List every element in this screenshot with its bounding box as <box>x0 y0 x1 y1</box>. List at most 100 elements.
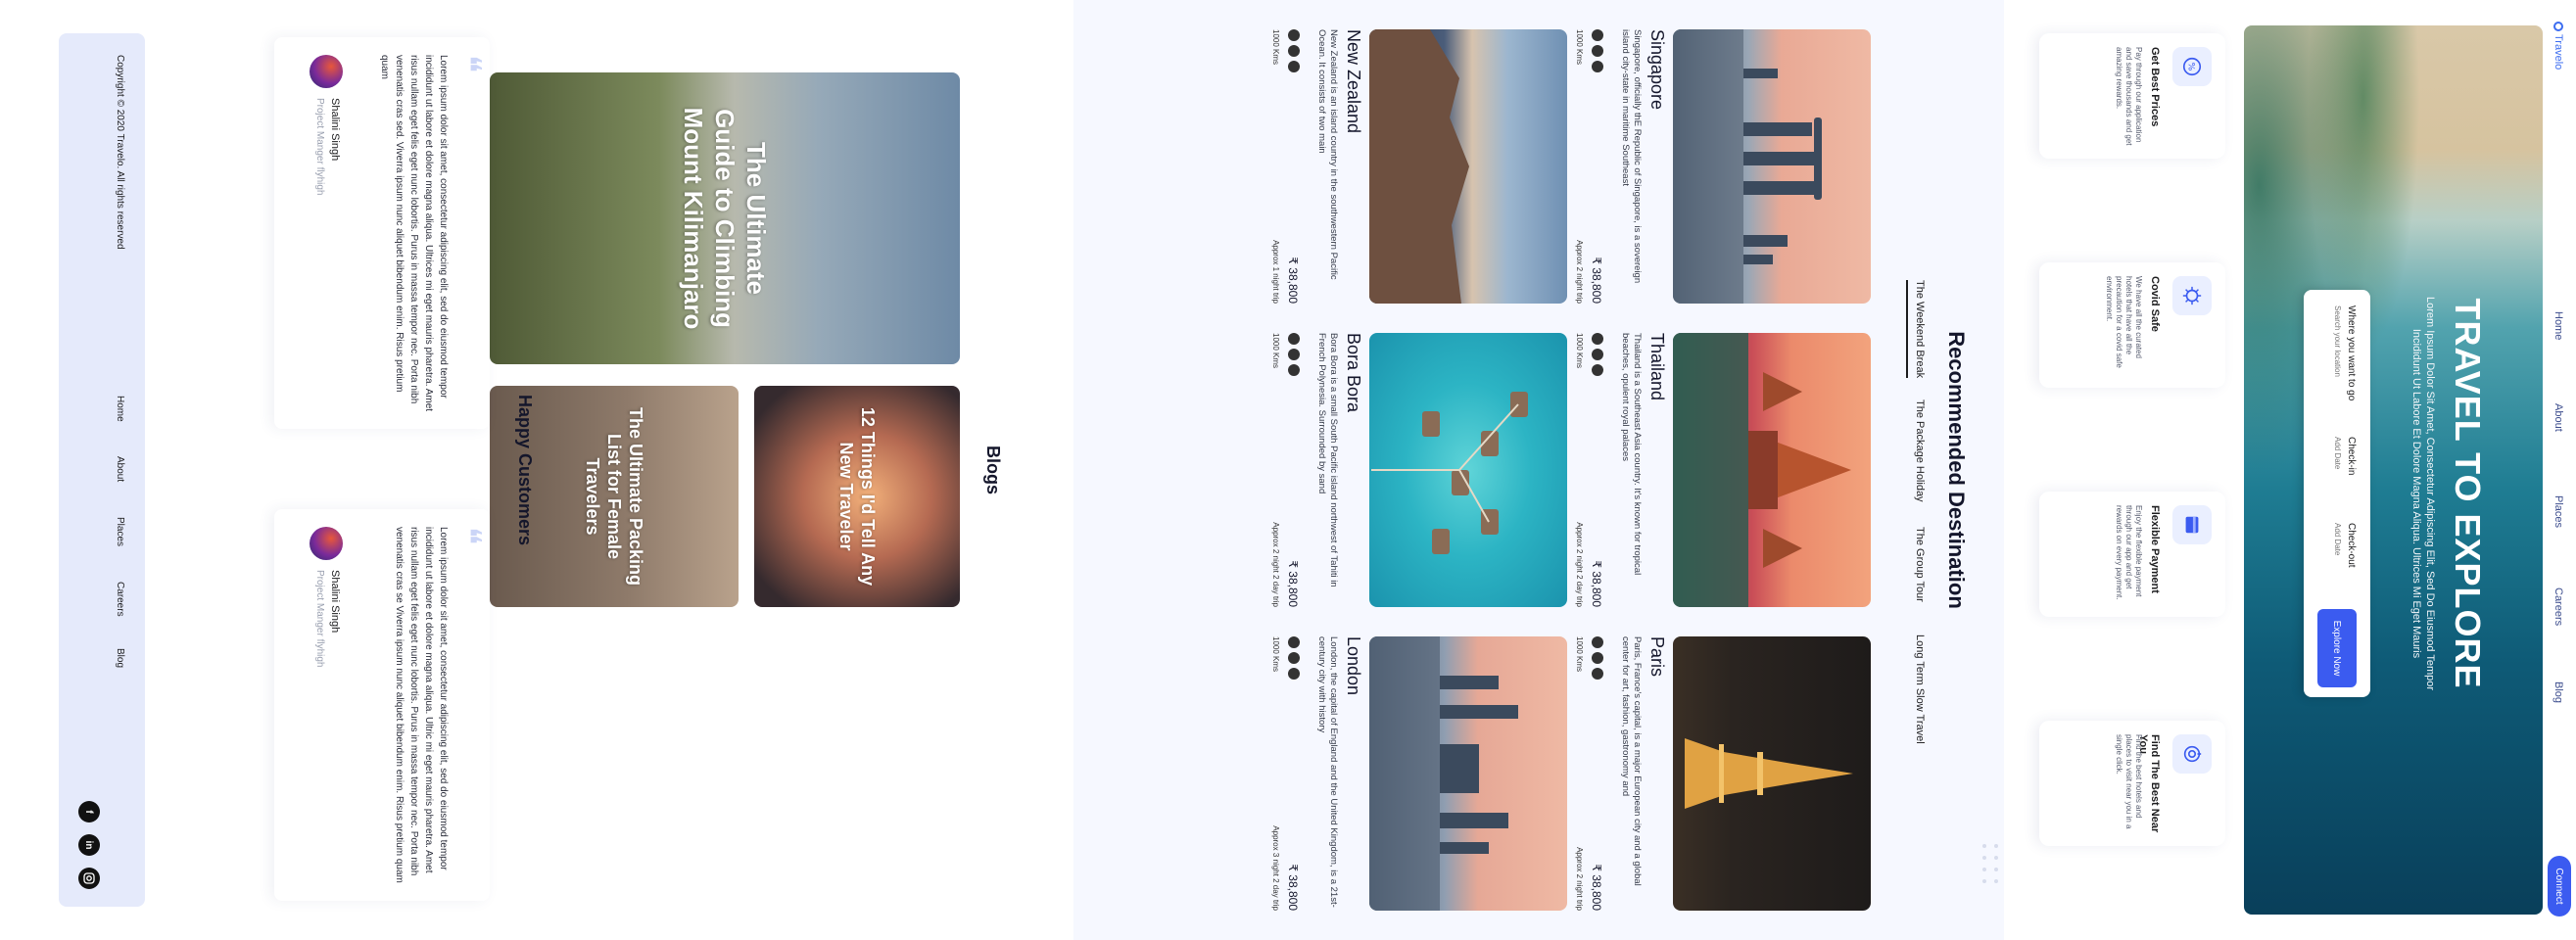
destination-card[interactable]: Paris Paris, France's capital, is a majo… <box>1562 636 1871 911</box>
amenity-icon <box>1288 636 1300 648</box>
destination-trip-length: Approx 2 night 2 day trip <box>1271 522 1280 607</box>
top-nav: Travelo Home About Places Careers Blog C… <box>2543 0 2576 940</box>
amenity-icon <box>1592 45 1603 57</box>
destination-meta: ₹ 38,800 1000 Kms Approx 2 night 2 day t… <box>1259 333 1300 607</box>
linkedin-icon[interactable]: in <box>78 834 100 856</box>
feature-description: Enjoy the flexible payment through our a… <box>2115 505 2143 600</box>
nav-link-home[interactable]: Home <box>2552 311 2564 340</box>
destination-price: ₹ 38,800 <box>1590 864 1603 911</box>
feature-description: Find the best hotels and places to visit… <box>2115 734 2143 829</box>
amenity-icons <box>1288 29 1300 72</box>
destination-description: London, the capital of England and the U… <box>1316 636 1339 908</box>
destination-meta: ₹ 38,800 1000 Kms Approx 2 night trip <box>1562 29 1603 304</box>
quote-icon: ❝ <box>449 55 488 73</box>
connect-button[interactable]: Connect <box>2548 856 2571 916</box>
destination-meta: ₹ 38,800 1000 Kms Approx 2 night trip <box>1562 636 1603 911</box>
nav-link-places[interactable]: Places <box>2552 495 2564 528</box>
destination-description: Bora Bora is a small South Pacific islan… <box>1316 333 1339 588</box>
destination-image <box>1369 29 1567 304</box>
footer-link-about[interactable]: About <box>115 456 125 482</box>
destination-distance: 1000 Kms <box>1271 333 1280 369</box>
destination-trip-length: Approx 2 night trip <box>1575 240 1584 304</box>
footer-link-careers[interactable]: Careers <box>115 582 125 617</box>
destination-price: ₹ 38,800 <box>1286 864 1300 911</box>
destination-name: London <box>1344 636 1363 696</box>
amenity-icon <box>1288 45 1300 57</box>
checkout-field[interactable]: Check-out <box>2333 523 2357 582</box>
blog-card[interactable]: The Ultimate Guide to Climbing Mount Kil… <box>490 72 960 364</box>
destination-card[interactable]: Bora Bora Bora Bora is a small South Pac… <box>1259 333 1567 607</box>
tab-group-tour[interactable]: The Group Tour <box>1908 527 1926 602</box>
decorative-dots <box>1982 844 1998 883</box>
blog-title: 12 Things I'd Tell Any New Traveler <box>836 406 878 587</box>
explore-now-button[interactable]: Explore Now <box>2317 609 2357 687</box>
logo-icon <box>2553 22 2563 31</box>
destination-distance: 1000 Kms <box>1575 333 1584 369</box>
checkin-field[interactable]: Check-in <box>2333 437 2357 495</box>
amenity-icon <box>1288 349 1300 360</box>
destination-image <box>1673 333 1871 607</box>
tab-package-holiday[interactable]: The Package Holiday <box>1908 400 1926 502</box>
testimonial-card: ❝ Lorem ipsum dolor sit amet, consectetu… <box>274 37 490 429</box>
amenity-icon <box>1592 333 1603 345</box>
destination-name: Paris <box>1647 636 1667 678</box>
blog-title: The Ultimate Guide to Climbing Mount Kil… <box>679 107 771 330</box>
destination-price: ₹ 38,800 <box>1590 560 1603 607</box>
avatar <box>310 55 343 88</box>
destination-distance: 1000 Kms <box>1575 29 1584 66</box>
hero-subtitle: Lorem Ipsum Dolor Sit Amet, Consectetur … <box>2410 296 2436 691</box>
instagram-icon[interactable] <box>78 868 100 889</box>
footer-link-blog[interactable]: Blog <box>115 648 125 668</box>
customer-role: Project Manger flyhigh <box>314 98 325 196</box>
nav-link-about[interactable]: About <box>2552 403 2564 432</box>
checkout-input[interactable] <box>2333 523 2342 582</box>
footer-link-home[interactable]: Home <box>115 396 125 422</box>
destination-image <box>1673 636 1871 911</box>
nav-link-careers[interactable]: Careers <box>2552 588 2564 626</box>
amenity-icon <box>1592 349 1603 360</box>
destination-price: ₹ 38,800 <box>1286 257 1300 304</box>
destination-card[interactable]: Singapore Singapore, officially thE Repu… <box>1562 29 1871 304</box>
destination-input[interactable] <box>2333 306 2342 413</box>
hero-title: TRAVEL TO EXPLORE <box>2448 298 2488 689</box>
blogs-title: Blogs <box>983 445 1003 494</box>
svg-text:%: % <box>2185 63 2196 71</box>
destination-trip-length: Approx 1 night trip <box>1271 240 1280 304</box>
footer-link-places[interactable]: Places <box>115 517 125 546</box>
destination-name: Bora Bora <box>1344 333 1363 413</box>
tab-weekend-break[interactable]: The Weekend Break <box>1906 280 1926 379</box>
hero-banner: TRAVEL TO EXPLORE Lorem Ipsum Dolor Sit … <box>2244 25 2543 915</box>
amenity-icon <box>1592 61 1603 72</box>
testimonial-text: Lorem ipsum dolor sit amet, consectetur … <box>379 55 449 412</box>
destination-price: ₹ 38,800 <box>1590 257 1603 304</box>
destination-trip-length: Approx 3 night 2 day trip <box>1271 825 1280 911</box>
destination-price: ₹ 38,800 <box>1286 560 1300 607</box>
destination-distance: 1000 Kms <box>1271 29 1280 66</box>
destination-card[interactable]: London London, the capital of England an… <box>1259 636 1567 911</box>
destination-card[interactable]: Thailand Thailand is a Southeast Asia co… <box>1562 333 1871 607</box>
blog-card[interactable]: 12 Things I'd Tell Any New Traveler <box>754 386 960 607</box>
destination-field[interactable]: Where you want to go <box>2333 306 2357 413</box>
amenity-icon <box>1592 668 1603 680</box>
customer-role: Project Manger flyhigh <box>314 570 325 668</box>
destination-distance: 1000 Kms <box>1575 636 1584 673</box>
amenity-icon <box>1288 364 1300 376</box>
recommended-title: Recommended Destination <box>1944 331 1969 609</box>
amenity-icon <box>1592 652 1603 664</box>
feature-title: Get Best Prices <box>2149 47 2161 127</box>
destination-image <box>1369 333 1567 607</box>
testimonial-card: ❝ Lorem ipsum dolor sit amet, consectetu… <box>274 509 490 901</box>
nav-link-blog[interactable]: Blog <box>2552 682 2564 703</box>
tab-long-term-slow-travel[interactable]: Long Term Slow Travel <box>1908 634 1926 744</box>
card-icon <box>2172 505 2212 544</box>
checkin-input[interactable] <box>2333 437 2342 495</box>
price-badge-icon: % <box>2172 47 2212 86</box>
location-target-icon <box>2172 734 2212 774</box>
facebook-icon[interactable]: f <box>78 801 100 822</box>
checkin-label: Check-in <box>2346 437 2357 476</box>
feature-description: Pay through our application and save tho… <box>2115 47 2143 146</box>
copyright-text: Copyright © 2020 Travelo. All rights res… <box>115 55 125 250</box>
brand-logo[interactable]: Travelo <box>2552 22 2564 70</box>
destination-card[interactable]: New Zealand New Zealand is an island cou… <box>1259 29 1567 304</box>
virus-shield-icon <box>2172 276 2212 315</box>
